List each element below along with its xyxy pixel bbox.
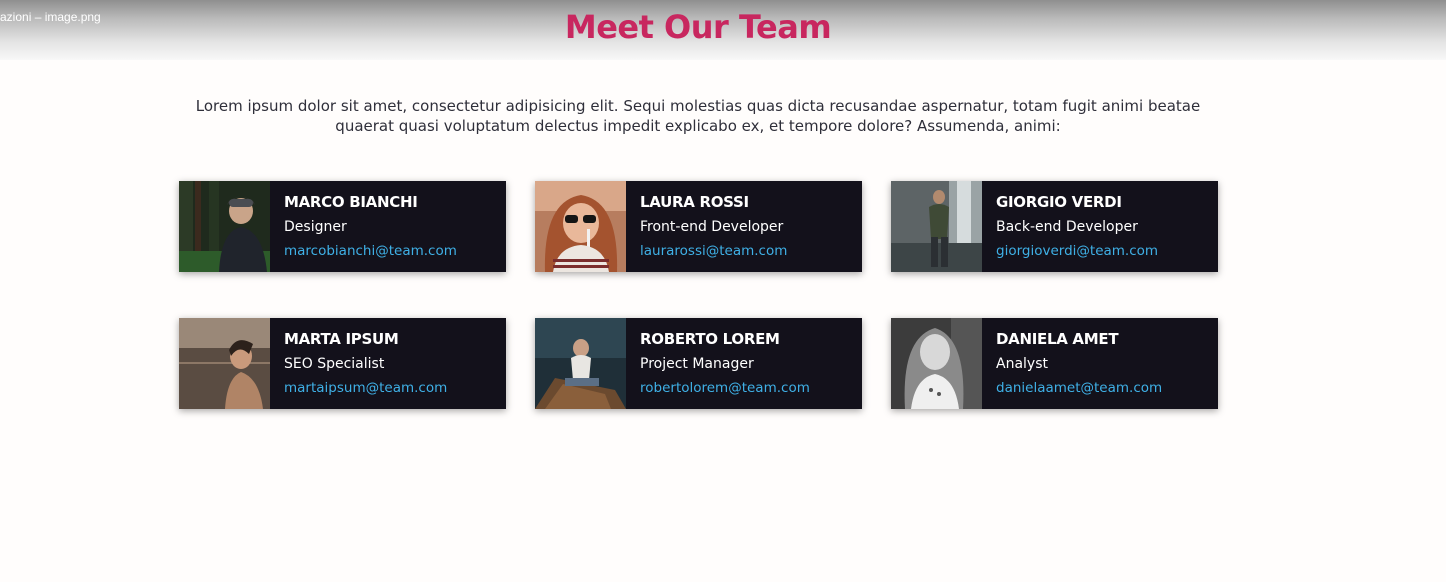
team-card: MARCO BIANCHI Designer marcobianchi@team… xyxy=(179,181,506,272)
member-name: DANIELA AMET xyxy=(996,330,1119,348)
member-photo xyxy=(535,181,626,272)
team-card: DANIELA AMET Analyst danielaamet@team.co… xyxy=(891,318,1218,409)
member-role: Analyst xyxy=(996,356,1048,372)
member-email-link[interactable]: martaipsum@team.com xyxy=(284,379,447,397)
member-role: Back-end Developer xyxy=(996,219,1138,235)
member-name: MARTA IPSUM xyxy=(284,330,399,348)
page-title: Meet Our Team xyxy=(564,8,832,46)
member-name: LAURA ROSSI xyxy=(640,193,749,211)
member-photo xyxy=(891,318,982,409)
member-email-link[interactable]: danielaamet@team.com xyxy=(996,379,1162,397)
team-card: ROBERTO LOREM Project Manager robertolor… xyxy=(535,318,862,409)
member-photo xyxy=(179,318,270,409)
member-name: MARCO BIANCHI xyxy=(284,193,418,211)
member-email-link[interactable]: robertolorem@team.com xyxy=(640,379,810,397)
team-card: LAURA ROSSI Front-end Developer lauraros… xyxy=(535,181,862,272)
member-photo xyxy=(179,181,270,272)
member-role: Designer xyxy=(284,219,347,235)
member-name: ROBERTO LOREM xyxy=(640,330,780,348)
member-role: Project Manager xyxy=(640,356,754,372)
team-grid: MARCO BIANCHI Designer marcobianchi@team… xyxy=(179,181,1219,409)
member-email-link[interactable]: marcobianchi@team.com xyxy=(284,242,457,260)
member-photo xyxy=(891,181,982,272)
team-card: MARTA IPSUM SEO Specialist martaipsum@te… xyxy=(179,318,506,409)
member-name: GIORGIO VERDI xyxy=(996,193,1122,211)
member-role: SEO Specialist xyxy=(284,356,385,372)
member-email-link[interactable]: giorgioverdi@team.com xyxy=(996,242,1158,260)
team-card: GIORGIO VERDI Back-end Developer giorgio… xyxy=(891,181,1218,272)
member-role: Front-end Developer xyxy=(640,219,784,235)
member-photo xyxy=(535,318,626,409)
intro-text: Lorem ipsum dolor sit amet, consectetur … xyxy=(195,97,1201,135)
member-email-link[interactable]: laurarossi@team.com xyxy=(640,242,787,260)
